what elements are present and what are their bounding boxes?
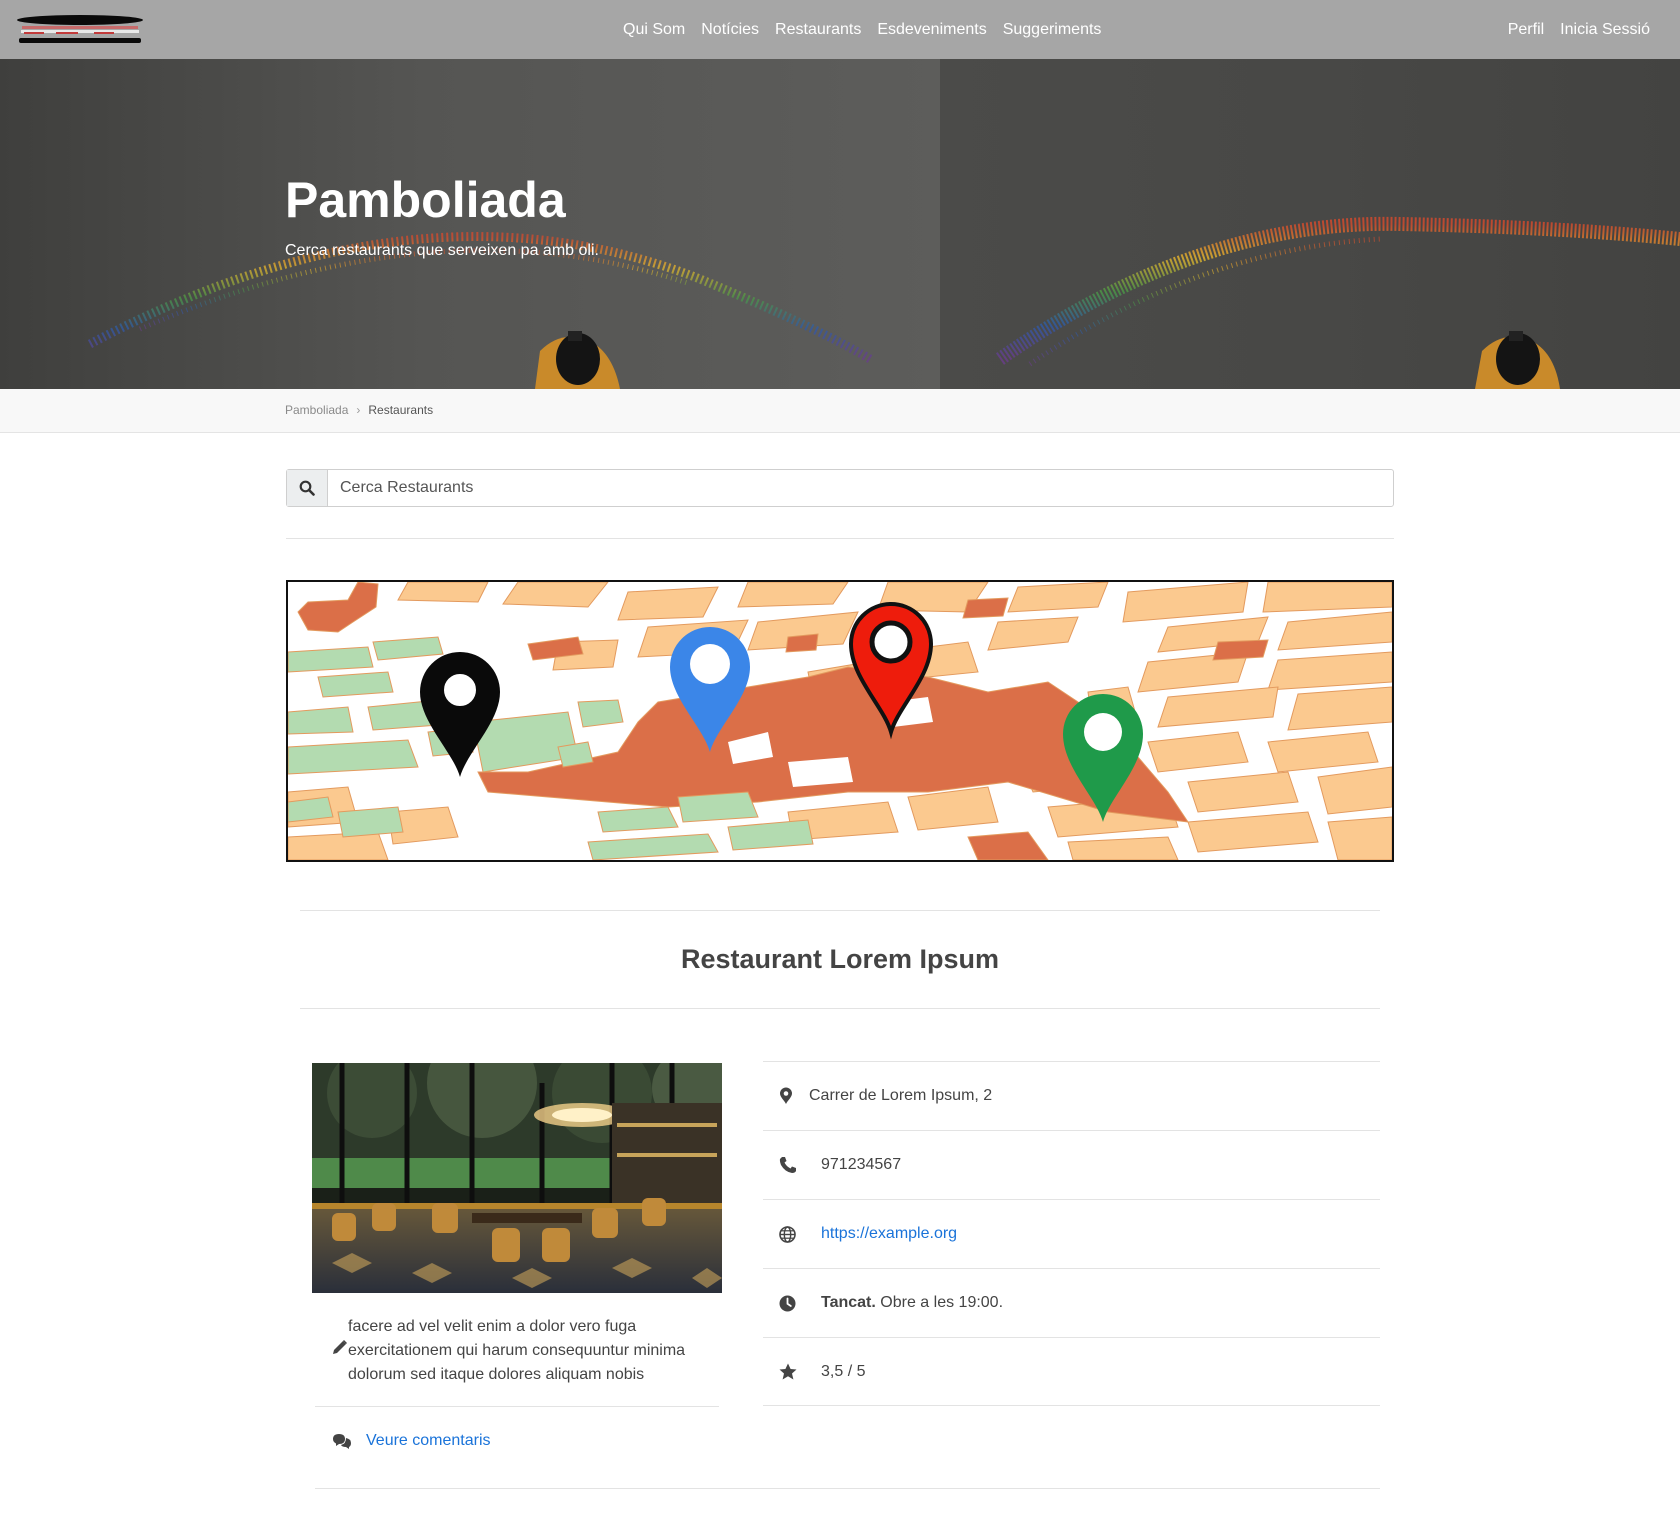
breadcrumb: Pamboliada › Restaurants — [285, 403, 433, 417]
search-input[interactable] — [328, 470, 1393, 506]
status-opens-at: Obre a les 19:00. — [880, 1294, 1004, 1311]
search-icon[interactable] — [287, 470, 328, 506]
star-icon — [779, 1363, 807, 1380]
restaurant-phone: 971234567 — [821, 1156, 902, 1173]
page-title: Pamboliada — [285, 172, 566, 228]
divider — [300, 1008, 1380, 1009]
breadcrumb-current: Restaurants — [368, 403, 434, 417]
divider — [300, 910, 1380, 911]
hero-banner: Pamboliada Cerca restaurants que serveix… — [0, 59, 1680, 389]
clock-icon — [779, 1295, 807, 1312]
nav-noticies[interactable]: Notícies — [701, 21, 759, 39]
rating-item: 3,5 / 5 — [763, 1337, 1380, 1406]
divider — [286, 538, 1394, 539]
breadcrumb-separator: › — [356, 403, 361, 417]
nav-perfil[interactable]: Perfil — [1508, 21, 1544, 39]
address-item: Carrer de Lorem Ipsum, 2 — [763, 1061, 1380, 1130]
navbar: Qui Som Notícies Restaurants Esdevenimen… — [0, 0, 1680, 59]
user-nav: Perfil Inicia Sessió — [1500, 0, 1658, 59]
breadcrumb-bar: Pamboliada › Restaurants — [0, 389, 1680, 433]
main-nav: Qui Som Notícies Restaurants Esdevenimen… — [615, 0, 1109, 59]
search-bar — [286, 469, 1394, 507]
breadcrumb-home[interactable]: Pamboliada — [285, 403, 348, 417]
photographer-right — [1475, 331, 1560, 389]
comments-icon — [332, 1433, 352, 1449]
restaurant-info-list: Carrer de Lorem Ipsum, 2 971234567 https… — [763, 1061, 1380, 1406]
nav-suggeriments[interactable]: Suggeriments — [1003, 21, 1102, 39]
website-item: https://example.org — [763, 1199, 1380, 1268]
restaurant-photo — [312, 1063, 722, 1293]
restaurant-title: Restaurant Lorem Ipsum — [680, 944, 1000, 974]
nav-restaurants[interactable]: Restaurants — [775, 21, 861, 39]
page-subtitle: Cerca restaurants que serveixen pa amb o… — [285, 242, 599, 259]
opening-status: Tancat. Obre a les 19:00. — [821, 1294, 1003, 1312]
map-marker-icon — [779, 1087, 807, 1105]
site-logo[interactable] — [16, 14, 144, 46]
restaurant-rating: 3,5 / 5 — [821, 1362, 866, 1380]
phone-item: 971234567 — [763, 1130, 1380, 1199]
hero-rainbow-image — [87, 216, 1680, 389]
comments-row: Veure comentaris — [315, 1406, 491, 1476]
restaurants-map[interactable] — [286, 580, 1394, 862]
globe-icon — [779, 1225, 807, 1243]
opening-hours-item: Tancat. Obre a les 19:00. — [763, 1268, 1380, 1337]
nav-esdeveniments[interactable]: Esdeveniments — [877, 21, 986, 39]
photographer-left — [535, 331, 620, 389]
view-comments-link[interactable]: Veure comentaris — [366, 1432, 491, 1450]
restaurant-website-link[interactable]: https://example.org — [821, 1225, 957, 1243]
pencil-icon — [315, 1315, 348, 1387]
nav-inicia-sessio[interactable]: Inicia Sessió — [1560, 21, 1650, 39]
status-closed-label: Tancat. — [821, 1294, 876, 1311]
nav-qui-som[interactable]: Qui Som — [623, 21, 685, 39]
divider — [315, 1488, 1380, 1489]
description-row: facere ad vel velit enim a dolor vero fu… — [315, 1315, 719, 1387]
phone-icon — [779, 1156, 807, 1174]
restaurant-address: Carrer de Lorem Ipsum, 2 — [809, 1087, 993, 1104]
restaurant-description: facere ad vel velit enim a dolor vero fu… — [348, 1318, 686, 1383]
